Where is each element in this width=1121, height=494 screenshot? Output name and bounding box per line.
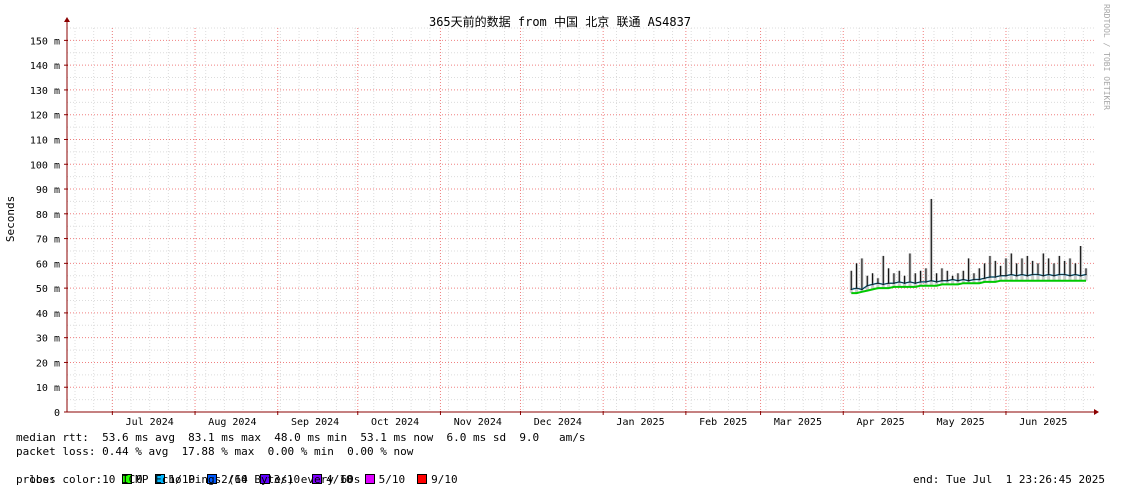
end-timestamp: end: Tue Jul 1 23:26:45 2025 [912, 473, 1105, 486]
data-point [1026, 274, 1029, 277]
axes [64, 17, 1099, 415]
x-tick-label: Aug 2024 [208, 417, 256, 428]
data-point [1085, 273, 1087, 276]
data-point [919, 281, 922, 283]
data-point [871, 283, 874, 286]
y-tick-label: 80 m [36, 210, 60, 221]
data-point [1074, 273, 1077, 276]
data-point [925, 281, 927, 283]
x-tick-label: Sep 2024 [291, 417, 339, 428]
data-point [861, 288, 863, 291]
data-point [877, 282, 879, 284]
data-point [989, 276, 991, 278]
data-point [887, 282, 890, 284]
x-tick-label: Jun 2025 [1019, 417, 1067, 428]
y-tick-label: 20 m [36, 358, 60, 369]
x-tick-label: Apr 2025 [857, 417, 905, 428]
grid [67, 27, 1094, 412]
x-tick-label: Nov 2024 [454, 417, 502, 428]
y-tick-label: 70 m [36, 235, 60, 246]
loss-color-item: 9/10 [417, 473, 458, 486]
data-point [898, 281, 901, 283]
data-point [946, 279, 949, 282]
data-point [978, 278, 981, 281]
y-tick-label: 10 m [36, 383, 60, 394]
y-tick-label: 50 m [36, 284, 60, 295]
x-tick-label: May 2025 [937, 417, 985, 428]
data-point [903, 282, 906, 284]
data-point [850, 288, 853, 291]
data-point [999, 274, 1002, 277]
x-tick-label: Oct 2024 [371, 417, 419, 428]
x-tick-label: Jul 2024 [126, 417, 174, 428]
x-tick-label: Dec 2024 [534, 417, 582, 428]
data-point [1010, 273, 1013, 276]
rrdtool-credit: RRDTOOL / TOBI OETIKER [1102, 4, 1111, 110]
y-tick-labels: 0 10 m 20 m 30 m 40 m 50 m 60 m 70 m 80 m 90 m 100… [30, 36, 60, 419]
data-point [1063, 273, 1066, 276]
loss-color-legend: loss color: 0 1/10 2/10 3/10 4/10 5/10 9/10 [16, 459, 470, 486]
data-point [882, 283, 885, 286]
y-tick-label: 0 [54, 408, 60, 419]
median-rtt-stats: median rtt: 53.6 ms avg 83.1 ms max 48.0… [16, 431, 586, 444]
data-point [973, 278, 975, 281]
y-tick-label: 140 m [30, 61, 60, 72]
probe-info: probe: 10 ICMP Echo Pings (64 Bytes) eve… [16, 473, 361, 486]
x-tick-labels: Jul 2024 Aug 2024 Sep 2024 Oct 2024 Nov 2024… [126, 417, 1068, 428]
y-tick-label: 150 m [30, 36, 60, 47]
data-point [1047, 273, 1050, 276]
y-axis-arrow [64, 17, 70, 22]
y-tick-label: 110 m [30, 135, 60, 146]
y-tick-label: 60 m [36, 259, 60, 270]
y-tick-label: 130 m [30, 86, 60, 97]
data-point [1079, 274, 1082, 277]
loss-color-item: 5/10 [364, 473, 406, 486]
data-point [866, 284, 869, 287]
data-point [1021, 273, 1023, 276]
data-point [914, 282, 917, 284]
loss-band-line [851, 279, 1086, 295]
x-tick-label: Feb 2025 [699, 417, 747, 428]
plot-area [849, 198, 1088, 295]
y-tick-label: 40 m [36, 309, 60, 320]
loss-color-label-text: 9/10 [431, 473, 458, 486]
y-tick-label: 120 m [30, 111, 60, 122]
latency-chart: 365天前的数据 from 中国 北京 联通 AS4837 Seconds 0 1… [4, 14, 1099, 428]
y-tick-label: 100 m [30, 160, 60, 171]
data-point [1053, 274, 1055, 277]
x-tick-label: Jan 2025 [616, 417, 664, 428]
data-point [909, 281, 911, 283]
x-axis-arrow [1094, 409, 1099, 415]
y-tick-label: 90 m [36, 185, 60, 196]
data-point [1031, 273, 1034, 276]
data-point [967, 279, 970, 282]
loss-color-swatch [364, 474, 375, 484]
data-point [1069, 274, 1071, 277]
data-point [994, 276, 997, 278]
data-point [1037, 273, 1039, 276]
data-point [1058, 273, 1061, 276]
y-tick-label: 30 m [36, 334, 60, 345]
loss-color-label-text: 5/10 [378, 473, 406, 486]
data-point [951, 278, 954, 281]
data-point [1042, 274, 1045, 277]
data-point [962, 278, 965, 281]
y-axis-label: Seconds [4, 196, 17, 242]
data-point [983, 277, 986, 280]
data-point [1015, 274, 1018, 277]
chart-title: 365天前的数据 from 中国 北京 联通 AS4837 [429, 14, 691, 29]
data-point [855, 287, 858, 289]
x-tick-label: Mar 2025 [774, 417, 822, 428]
data-point [930, 279, 933, 282]
data-point [957, 279, 959, 282]
data-point [935, 281, 938, 283]
data-point [893, 282, 895, 284]
packet-loss-stats: packet loss: 0.44 % avg 17.88 % max 0.00… [16, 445, 414, 458]
data-point [1005, 274, 1007, 277]
loss-color-swatch [417, 474, 428, 484]
data-point [941, 279, 943, 282]
